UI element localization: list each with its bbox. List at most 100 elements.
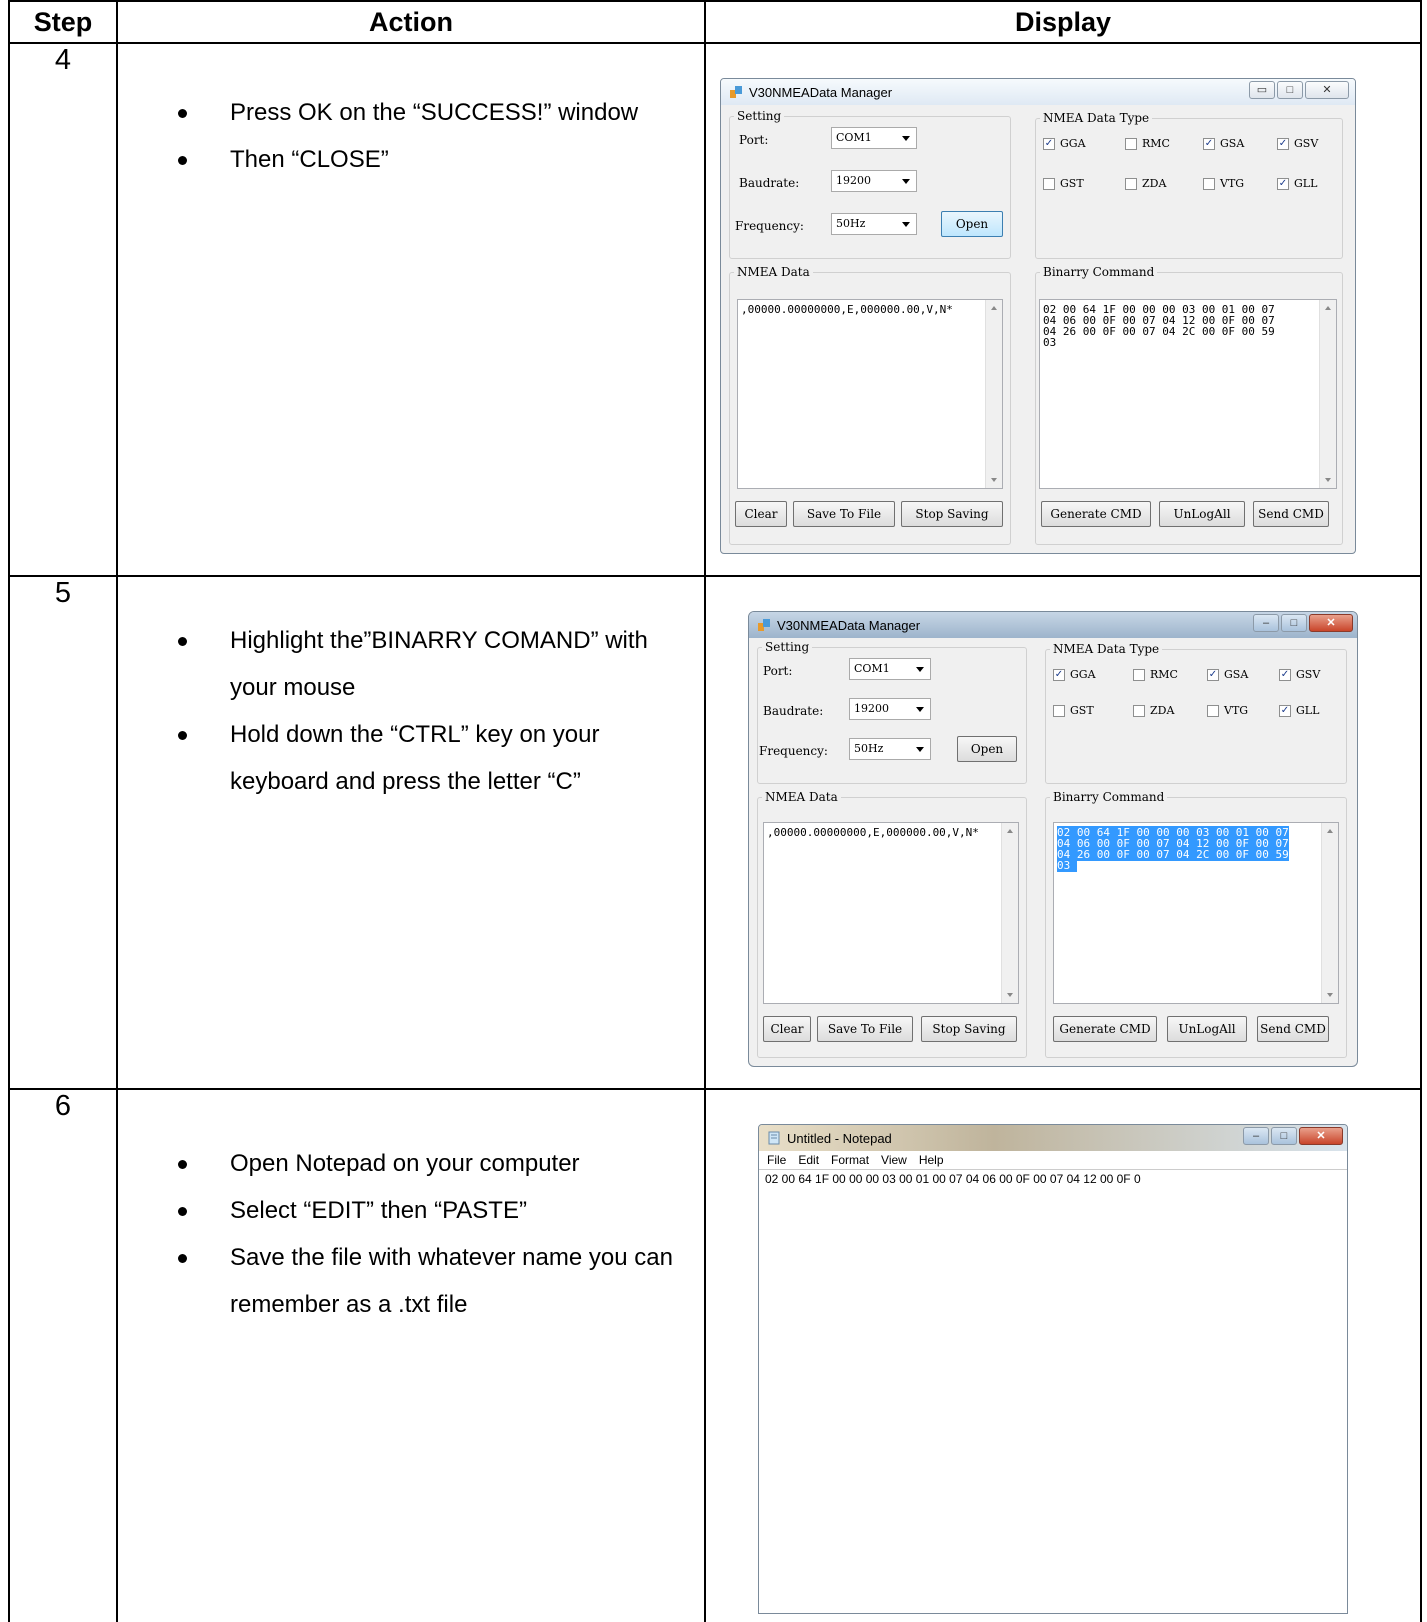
chevron-down-icon — [916, 747, 924, 752]
nmea-textarea[interactable]: ,00000.00000000,E,000000.00,V,N* — [737, 299, 1003, 489]
checkbox-gsa[interactable]: ✓ GSA — [1207, 668, 1248, 681]
bullet-icon — [178, 1160, 187, 1169]
checkbox-gst[interactable]: GST — [1043, 177, 1084, 190]
checkbox-gga[interactable]: ✓ GGA — [1053, 668, 1096, 681]
display-cell: V30NMEAData Manager ▭ □ ✕ Setting Port: … — [704, 42, 1422, 577]
save-to-file-button[interactable]: Save To File — [817, 1016, 913, 1042]
menu-help[interactable]: Help — [919, 1153, 944, 1167]
checkbox-rmc[interactable]: RMC — [1125, 137, 1170, 150]
checkbox-gga[interactable]: ✓ GGA — [1043, 137, 1086, 150]
generate-cmd-button[interactable]: Generate CMD — [1041, 501, 1151, 527]
minimize-icon[interactable]: ▭ — [1249, 81, 1275, 99]
maximize-icon[interactable]: □ — [1277, 81, 1303, 99]
minimize-icon[interactable]: – — [1243, 1127, 1269, 1145]
header-action: Action — [116, 0, 706, 44]
stop-saving-button[interactable]: Stop Saving — [921, 1016, 1017, 1042]
checkbox-gll[interactable]: ✓ GLL — [1279, 704, 1319, 717]
scrollbar[interactable] — [985, 300, 1002, 488]
display-cell: V30NMEAData Manager – □ ✕ Setting Port: … — [704, 575, 1422, 1090]
port-select[interactable]: COM1 — [849, 658, 931, 680]
send-cmd-button[interactable]: Send CMD — [1253, 501, 1329, 527]
action-cell: Open Notepad on your computer Select “ED… — [116, 1088, 706, 1622]
port-label: Port: — [739, 133, 769, 147]
stop-saving-button[interactable]: Stop Saving — [901, 501, 1003, 527]
menu-format[interactable]: Format — [831, 1153, 869, 1167]
checkbox-gsa[interactable]: ✓ GSA — [1203, 137, 1244, 150]
notepad-window: Untitled - Notepad – □ ✕ File Edit Forma… — [758, 1124, 1348, 1614]
checkbox-zda[interactable]: ZDA — [1125, 177, 1166, 190]
scrollbar[interactable] — [1321, 823, 1338, 1003]
binary-textarea-highlighted[interactable]: 02 00 64 1F 00 00 00 03 00 01 00 07 04 06… — [1053, 822, 1339, 1004]
clear-button[interactable]: Clear — [735, 501, 787, 527]
close-icon[interactable]: ✕ — [1299, 1127, 1343, 1145]
checkbox-gst[interactable]: GST — [1053, 704, 1094, 717]
checkbox-zda[interactable]: ZDA — [1133, 704, 1174, 717]
menu-view[interactable]: View — [881, 1153, 907, 1167]
title-bar: Untitled - Notepad – □ ✕ — [759, 1125, 1347, 1151]
bullet-icon — [178, 1254, 187, 1263]
baud-select[interactable]: 19200 — [831, 170, 917, 192]
title-bar: V30NMEAData Manager ▭ □ ✕ — [721, 79, 1355, 105]
menu-edit[interactable]: Edit — [798, 1153, 819, 1167]
baud-label: Baudrate: — [763, 704, 824, 718]
app-window: V30NMEAData Manager ▭ □ ✕ Setting Port: … — [720, 78, 1356, 554]
checkbox-vtg[interactable]: VTG — [1207, 704, 1248, 717]
generate-cmd-button[interactable]: Generate CMD — [1053, 1016, 1157, 1042]
menu-bar: File Edit Format View Help — [759, 1151, 1347, 1169]
notepad-icon — [768, 1131, 780, 1145]
save-to-file-button[interactable]: Save To File — [793, 501, 895, 527]
bullet-icon — [178, 1207, 187, 1216]
maximize-icon[interactable]: □ — [1281, 614, 1307, 632]
freq-label: Frequency: — [759, 744, 828, 758]
header-step: Step — [8, 0, 118, 44]
checkbox-gsv[interactable]: ✓ GSV — [1277, 137, 1318, 150]
header-display: Display — [704, 0, 1422, 44]
open-button[interactable]: Open — [941, 211, 1003, 237]
scrollbar[interactable] — [1319, 300, 1336, 488]
chevron-down-icon — [916, 667, 924, 672]
unlogall-button[interactable]: UnLogAll — [1159, 501, 1245, 527]
freq-select[interactable]: 50Hz — [831, 213, 917, 235]
bullet-icon — [178, 109, 187, 118]
steps-table: Step Action Display 4 Press OK on the “S… — [8, 0, 1422, 1622]
chevron-down-icon — [902, 222, 910, 227]
port-select[interactable]: COM1 — [831, 127, 917, 149]
binary-textarea[interactable]: 02 00 64 1F 00 00 00 03 00 01 00 07 04 06… — [1039, 299, 1337, 489]
clear-button[interactable]: Clear — [763, 1016, 811, 1042]
baud-select[interactable]: 19200 — [849, 698, 931, 720]
action-cell: Highlight the”BINARRY COMAND” with your … — [116, 575, 706, 1090]
list-item: Hold down the “CTRL” key on your keyboar… — [178, 711, 694, 805]
minimize-icon[interactable]: – — [1253, 614, 1279, 632]
checkbox-gsv[interactable]: ✓ GSV — [1279, 668, 1320, 681]
app-icon — [730, 86, 742, 98]
action-list: Press OK on the “SUCCESS!” window Then “… — [178, 89, 694, 183]
app-window-selected: V30NMEAData Manager – □ ✕ Setting Port: … — [748, 611, 1358, 1067]
title-bar: V30NMEAData Manager – □ ✕ — [749, 612, 1357, 638]
send-cmd-button[interactable]: Send CMD — [1257, 1016, 1329, 1042]
nmea-textarea[interactable]: ,00000.00000000,E,000000.00,V,N* — [763, 822, 1019, 1004]
bullet-icon — [178, 156, 187, 165]
step-number: 4 — [8, 42, 118, 577]
maximize-icon[interactable]: □ — [1271, 1127, 1297, 1145]
table-row: 4 Press OK on the “SUCCESS!” window Then… — [8, 42, 1422, 577]
freq-select[interactable]: 50Hz — [849, 738, 931, 760]
checkbox-vtg[interactable]: VTG — [1203, 177, 1244, 190]
close-icon[interactable]: ✕ — [1305, 81, 1349, 99]
action-list: Open Notepad on your computer Select “ED… — [178, 1140, 694, 1328]
scrollbar[interactable] — [1001, 823, 1018, 1003]
open-button[interactable]: Open — [957, 736, 1017, 762]
chevron-down-icon — [902, 179, 910, 184]
action-list: Highlight the”BINARRY COMAND” with your … — [178, 617, 694, 805]
checkbox-rmc[interactable]: RMC — [1133, 668, 1178, 681]
unlogall-button[interactable]: UnLogAll — [1167, 1016, 1247, 1042]
window-controls: ▭ □ ✕ — [1247, 81, 1349, 99]
close-icon[interactable]: ✕ — [1309, 614, 1353, 632]
list-item: Then “CLOSE” — [178, 136, 694, 183]
bullet-icon — [178, 637, 187, 646]
checkbox-gll[interactable]: ✓ GLL — [1277, 177, 1317, 190]
app-icon — [758, 619, 770, 631]
menu-file[interactable]: File — [767, 1153, 786, 1167]
action-cell: Press OK on the “SUCCESS!” window Then “… — [116, 42, 706, 577]
list-item: Save the file with whatever name you can… — [178, 1234, 694, 1328]
notepad-text-area[interactable]: 02 00 64 1F 00 00 00 03 00 01 00 07 04 0… — [759, 1169, 1347, 1613]
